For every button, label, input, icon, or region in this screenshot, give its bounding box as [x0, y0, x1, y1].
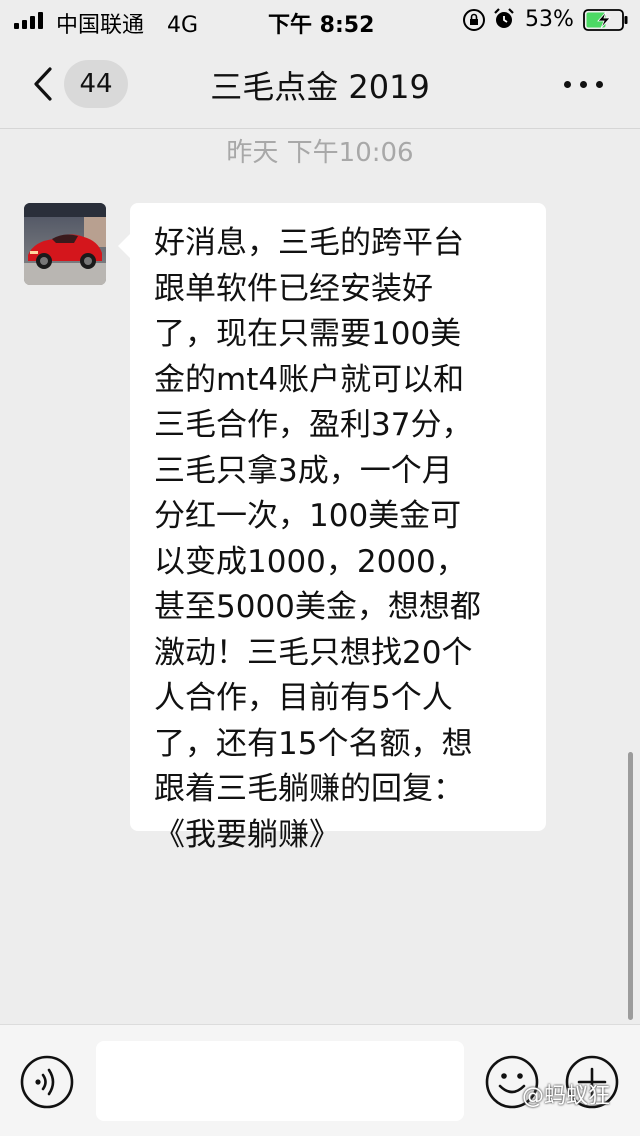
- carrier-name: 中国联通: [56, 13, 145, 38]
- unread-count-badge: 44: [64, 60, 128, 108]
- chat-header: 44 三毛点金 2019: [0, 40, 640, 129]
- alarm-icon: [494, 8, 514, 28]
- message-bubble[interactable]: 好消息，三毛的跨平台 跟单软件已经安装好 了，现在只需要100美 金的mt4账户…: [130, 203, 546, 853]
- battery-charging-icon: [583, 9, 628, 31]
- battery-percentage: 53%: [525, 7, 574, 32]
- chevron-left-icon: [34, 67, 52, 101]
- watermark: @蚂蚁狂: [522, 1084, 611, 1109]
- more-dots-icon: [580, 81, 587, 88]
- chat-title: 三毛点金 2019: [210, 68, 430, 106]
- sender-avatar[interactable]: [24, 203, 106, 285]
- more-dots-icon: [564, 81, 571, 88]
- chat-screen: 中国联通 4G 下午 8:52 53% 44 三毛点金 2019 昨天 下午10…: [0, 0, 640, 1136]
- message-input[interactable]: [96, 1041, 464, 1121]
- chat-scrollbar[interactable]: [628, 752, 633, 1020]
- bubble-tail: [118, 234, 130, 258]
- status-bar: 中国联通 4G 下午 8:52 53%: [0, 0, 640, 40]
- network-type: 4G: [167, 13, 199, 38]
- signal-strength-icon: [14, 11, 43, 29]
- back-button[interactable]: 44: [26, 60, 136, 108]
- orientation-lock-icon: [463, 9, 485, 31]
- more-dots-icon: [596, 81, 603, 88]
- message-text: 好消息，三毛的跨平台 跟单软件已经安装好 了，现在只需要100美 金的mt4账户…: [154, 225, 481, 853]
- carrier-label: 中国联通 4G: [56, 7, 198, 39]
- more-options-button[interactable]: [556, 66, 612, 102]
- status-time: 下午 8:52: [268, 13, 375, 38]
- message-timestamp: 昨天 下午10:06: [226, 138, 414, 168]
- red-car-avatar-image: [24, 203, 106, 285]
- voice-input-button[interactable]: [20, 1055, 74, 1109]
